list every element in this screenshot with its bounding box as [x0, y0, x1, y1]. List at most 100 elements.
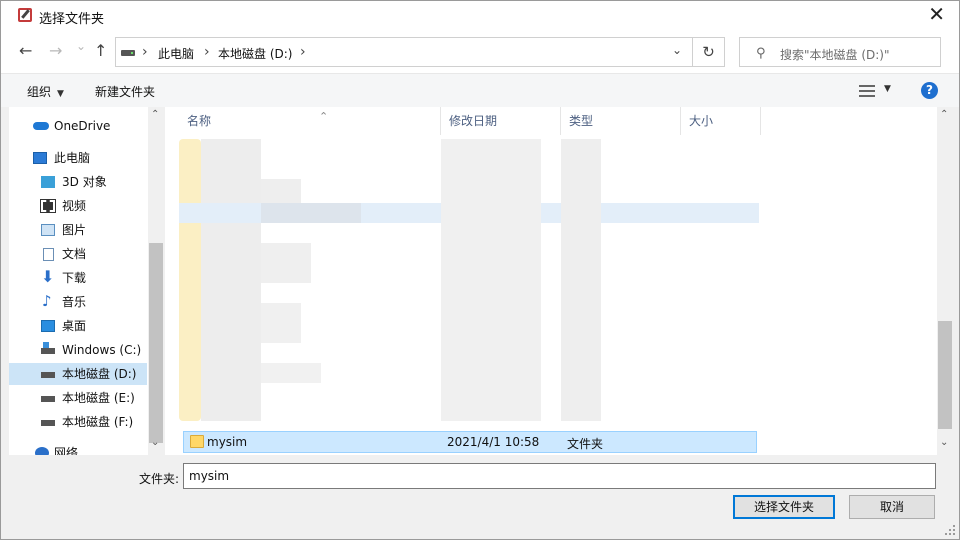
navigation-bar: ← → ⌄ ↑ › 此电脑 › 本地磁盘 (D:) › ⌄ ↻ ⚲ 搜索"本地磁…: [1, 31, 959, 73]
title-bar: 选择文件夹 ✕: [1, 1, 959, 31]
sidebar-item-label: 下载: [62, 271, 87, 285]
cancel-button[interactable]: 取消: [849, 495, 935, 519]
sidebar-item-label: 音乐: [62, 295, 87, 309]
window-title: 选择文件夹: [39, 12, 105, 27]
drive-icon: [41, 372, 55, 378]
column-header-type[interactable]: 类型: [561, 107, 681, 135]
sidebar-item-onedrive[interactable]: OneDrive: [9, 115, 149, 137]
help-icon[interactable]: ?: [921, 82, 938, 99]
folder-icon: [190, 435, 204, 448]
sidebar-item-drive-f[interactable]: 本地磁盘 (F:): [9, 411, 149, 433]
sidebar-item-music[interactable]: ♪ 音乐: [9, 291, 149, 313]
search-input[interactable]: ⚲ 搜索"本地磁盘 (D:)": [739, 37, 941, 67]
sidebar-item-label: OneDrive: [54, 119, 111, 133]
column-header-size[interactable]: 大小: [681, 107, 761, 135]
scroll-down-icon[interactable]: ⌄: [151, 437, 159, 448]
scrollbar-thumb[interactable]: [938, 321, 952, 429]
network-icon: [35, 447, 49, 455]
column-header-modified[interactable]: 修改日期: [441, 107, 561, 135]
sidebar-item-label: 图片: [62, 223, 87, 237]
breadcrumb-separator[interactable]: ›: [204, 44, 210, 60]
refresh-icon[interactable]: ↻: [693, 37, 725, 67]
folder-name-input[interactable]: [183, 463, 936, 489]
recent-locations-icon[interactable]: ⌄: [76, 36, 86, 56]
sidebar-item-documents[interactable]: 文档: [9, 243, 149, 265]
file-list-scrollbar[interactable]: ⌃ ⌄: [937, 107, 953, 455]
breadcrumb-separator[interactable]: ›: [142, 44, 148, 60]
column-header-name[interactable]: 名称 ⌃: [179, 107, 441, 135]
sidebar-item-drive-d[interactable]: 本地磁盘 (D:): [9, 363, 147, 385]
chevron-down-icon: ▼: [57, 89, 64, 99]
sidebar-item-network[interactable]: 网络: [9, 442, 149, 455]
sidebar-item-desktop[interactable]: 桌面: [9, 315, 149, 337]
select-folder-dialog: 选择文件夹 ✕ ← → ⌄ ↑ › 此电脑 › 本地磁盘 (D:) › ⌄ ↻ …: [0, 0, 960, 540]
drive-icon: [41, 420, 55, 426]
3d-objects-icon: [41, 176, 55, 188]
download-icon: ⬇: [41, 267, 55, 286]
up-arrow-icon[interactable]: ↑: [94, 41, 107, 61]
app-icon: [18, 8, 32, 22]
row-name: mysim: [207, 435, 248, 449]
select-folder-button[interactable]: 选择文件夹: [733, 495, 835, 519]
pictures-icon: [41, 224, 55, 236]
sidebar-item-pictures[interactable]: 图片: [9, 219, 149, 241]
new-folder-button[interactable]: 新建文件夹: [95, 83, 155, 100]
sidebar-item-3d-objects[interactable]: 3D 对象: [9, 171, 149, 193]
row-modified: 2021/4/1 10:58: [447, 435, 540, 449]
view-dropdown-icon[interactable]: ▼: [884, 84, 891, 94]
onedrive-icon: [33, 122, 49, 130]
close-icon[interactable]: ✕: [928, 4, 945, 24]
organize-button[interactable]: 组织 ▼: [27, 83, 64, 100]
search-placeholder: 搜索"本地磁盘 (D:)": [780, 48, 890, 62]
view-options-icon[interactable]: [859, 85, 875, 97]
forward-arrow-icon[interactable]: →: [49, 41, 62, 61]
sidebar-item-video[interactable]: 视频: [9, 195, 149, 217]
computer-icon: [33, 152, 47, 164]
sidebar-item-label: 本地磁盘 (E:): [62, 391, 135, 405]
sidebar-item-downloads[interactable]: ⬇ 下载: [9, 267, 149, 289]
windows-drive-icon: [41, 348, 55, 354]
sidebar-item-label: 桌面: [62, 319, 87, 333]
folder-field-label: 文件夹:: [139, 472, 180, 486]
navigation-pane: OneDrive 此电脑 3D 对象 视频 图片 文档 ⬇ 下载 ♪ 音乐 桌面…: [9, 107, 164, 455]
sidebar-item-this-pc[interactable]: 此电脑: [9, 147, 149, 169]
scrollbar-thumb[interactable]: [149, 243, 163, 443]
back-arrow-icon[interactable]: ←: [19, 41, 32, 61]
sidebar-item-label: 网络: [54, 446, 79, 455]
file-list: 名称 ⌃ 修改日期 类型 大小 mysim 2021/4/1 10:58 文件夹: [165, 107, 937, 455]
windows-logo-icon: [43, 342, 49, 348]
resize-grip-icon[interactable]: [945, 525, 955, 535]
search-icon: ⚲: [756, 46, 766, 61]
drive-icon: [41, 396, 55, 402]
documents-icon: [43, 248, 54, 261]
sidebar-item-drive-e[interactable]: 本地磁盘 (E:): [9, 387, 149, 409]
desktop-icon: [41, 320, 55, 332]
sidebar-item-label: 文档: [62, 247, 87, 261]
music-icon: ♪: [42, 292, 52, 310]
sidebar-item-label: 本地磁盘 (D:): [62, 367, 137, 381]
dialog-footer: 文件夹: 选择文件夹 取消: [1, 455, 959, 539]
navigation-scrollbar[interactable]: ⌃ ⌄: [148, 107, 164, 455]
sidebar-item-label: Windows (C:): [62, 343, 142, 357]
row-type: 文件夹: [567, 437, 604, 451]
table-row[interactable]: mysim 2021/4/1 10:58 文件夹: [183, 431, 757, 453]
organize-label: 组织: [27, 85, 52, 99]
breadcrumb-separator[interactable]: ›: [300, 44, 306, 60]
sidebar-item-label: 视频: [62, 199, 87, 213]
breadcrumb-drive-d[interactable]: 本地磁盘 (D:): [218, 45, 292, 62]
breadcrumb-this-pc[interactable]: 此电脑: [158, 45, 194, 62]
address-dropdown-icon[interactable]: ⌄: [672, 43, 682, 57]
address-bar[interactable]: › 此电脑 › 本地磁盘 (D:) › ⌄: [115, 37, 693, 67]
column-label: 名称: [187, 114, 212, 128]
sidebar-item-label: 此电脑: [54, 151, 91, 165]
scroll-up-icon[interactable]: ⌃: [940, 109, 948, 120]
scroll-up-icon[interactable]: ⌃: [151, 109, 159, 120]
blurred-file-rows: [179, 139, 759, 423]
sidebar-item-drive-c[interactable]: Windows (C:): [9, 339, 149, 361]
sort-ascending-icon: ⌃: [319, 110, 329, 123]
sidebar-item-label: 本地磁盘 (F:): [62, 415, 134, 429]
video-icon: [40, 199, 56, 213]
command-toolbar: 组织 ▼ 新建文件夹 ▼ ?: [1, 73, 959, 107]
sidebar-item-label: 3D 对象: [62, 175, 107, 189]
scroll-down-icon[interactable]: ⌄: [940, 437, 948, 448]
